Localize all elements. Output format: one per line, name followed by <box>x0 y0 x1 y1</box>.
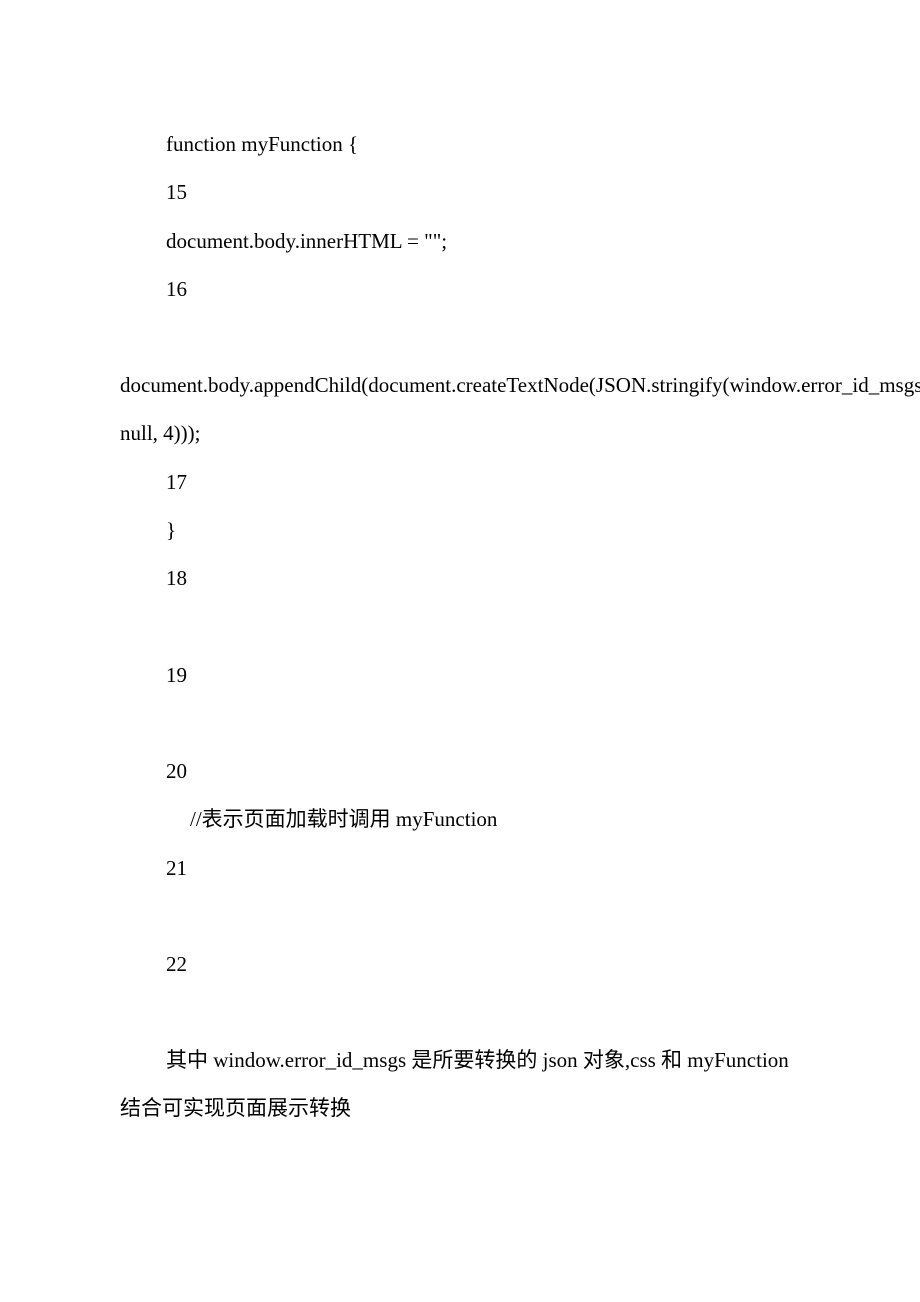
code-line: document.body.appendChild(document.creat… <box>120 361 800 458</box>
explanation-paragraph: 其中 window.error_id_msgs 是所要转换的 json 对象,c… <box>120 1036 800 1133</box>
line-number: 15 <box>120 168 800 216</box>
line-number: 22 <box>120 940 800 988</box>
code-comment: //表示页面加载时调用 myFunction <box>120 795 800 843</box>
line-number: 16 <box>120 265 800 313</box>
line-number: 17 <box>120 458 800 506</box>
line-number: 18 <box>120 554 800 602</box>
line-number: 21 <box>120 844 800 892</box>
code-line: document.body.innerHTML = ""; <box>120 217 800 265</box>
line-number: 19 <box>120 651 800 699</box>
code-line: function myFunction { <box>120 120 800 168</box>
code-line: } <box>120 506 800 554</box>
line-number: 20 <box>120 747 800 795</box>
